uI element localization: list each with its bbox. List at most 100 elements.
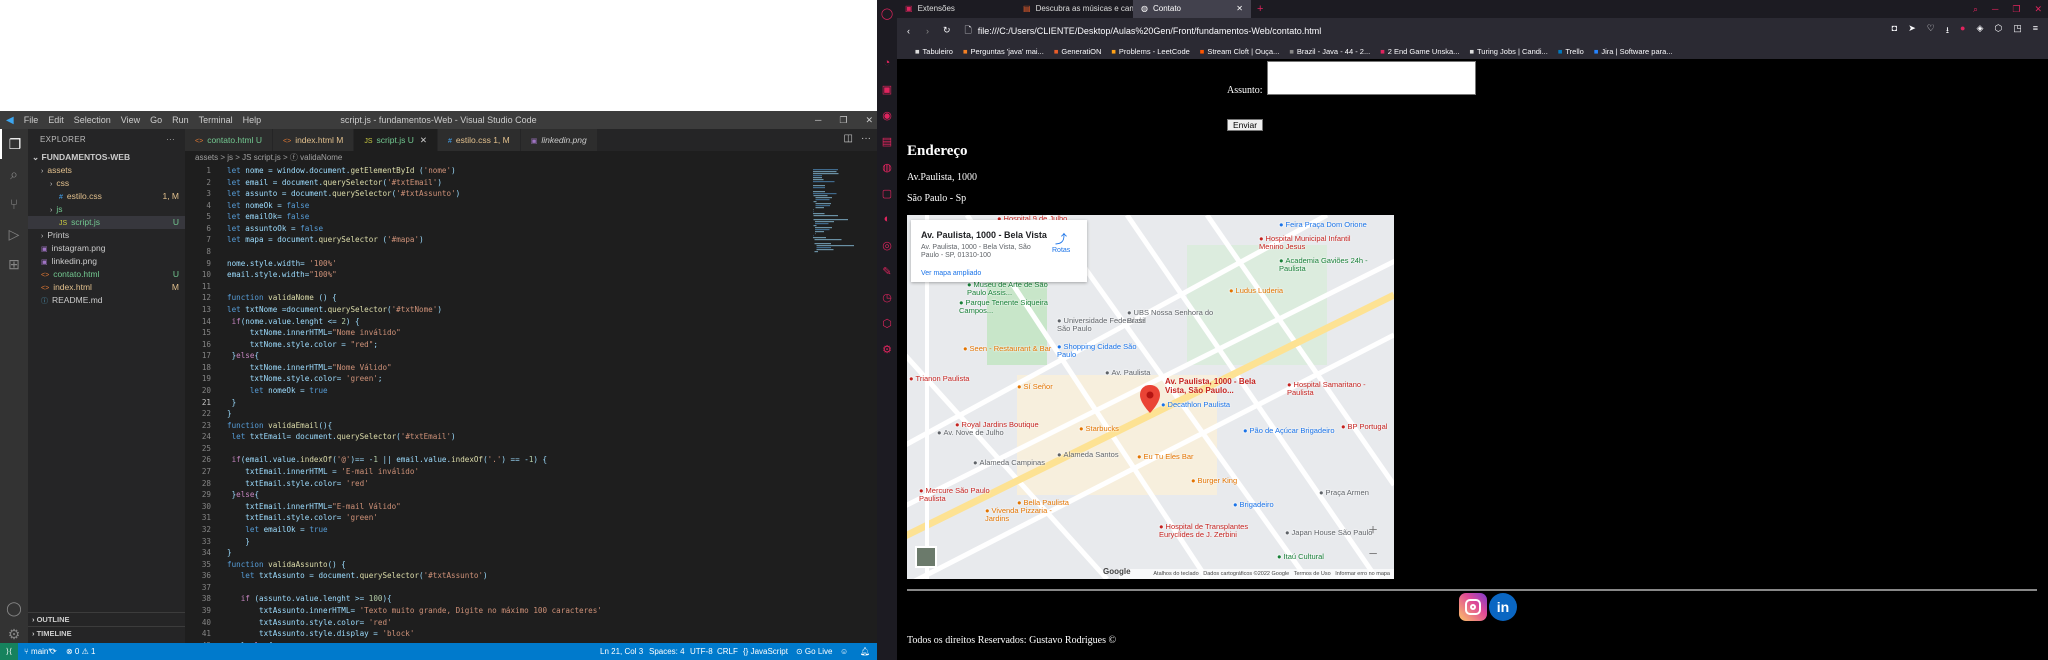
code-line[interactable]: 41 txtAssunto.style.display = 'block' xyxy=(185,628,805,640)
map-place-label[interactable]: ● Brigadeiro xyxy=(1233,501,1274,509)
minimize-icon[interactable]: ─ xyxy=(1992,4,1998,15)
code-line[interactable]: 2 let email = document.querySelector('#tx… xyxy=(185,177,805,189)
file-tree-item[interactable]: <> contato.html U xyxy=(28,268,185,281)
code-line[interactable]: 33 } xyxy=(185,536,805,548)
map-place-label[interactable]: ● Pão de Açúcar Brigadeiro xyxy=(1243,427,1335,435)
reload-icon[interactable]: ↻ xyxy=(943,25,951,36)
code-line[interactable]: 24 let txtEmail= document.querySelector(… xyxy=(185,431,805,443)
outline-section[interactable]: › OUTLINE xyxy=(28,612,185,625)
map-place-label[interactable]: ● Feira Praça Dom Orione xyxy=(1279,221,1367,229)
camera-icon[interactable]: ◘ xyxy=(1892,23,1897,39)
map-place-label[interactable]: ● UBS Nossa Senhora do Brasil xyxy=(1127,309,1219,325)
editor-tab[interactable]: # estilo.css 1, M xyxy=(437,129,521,151)
map-place-label[interactable]: ● Academia Gaviões 24h - Paulista xyxy=(1279,257,1371,273)
map-place-label[interactable]: ● Praça Armen xyxy=(1319,489,1369,497)
code-line[interactable]: 39 txtAssunto.innerHTML= 'Texto muito gr… xyxy=(185,605,805,617)
editor-tab[interactable]: <> index.html M xyxy=(273,129,355,151)
pinboard-icon[interactable]: ✎ xyxy=(877,258,897,284)
bookmark-item[interactable]: ■ GeneratiON xyxy=(1054,47,1102,56)
shopping-icon[interactable]: ▣ xyxy=(877,76,897,102)
menu-help[interactable]: Help xyxy=(243,115,262,125)
language-mode[interactable]: {} JavaScript xyxy=(743,643,788,660)
history-icon[interactable]: ◷ xyxy=(877,284,897,310)
zoom-in-button[interactable]: + xyxy=(1362,519,1384,543)
branch-indicator[interactable]: ⑂ main* xyxy=(24,643,51,660)
back-icon[interactable]: ‹ xyxy=(907,26,910,36)
source-control-icon[interactable]: ⑂ xyxy=(0,189,28,219)
bookmark-item[interactable]: ■ Problems - LeetCode xyxy=(1111,47,1189,56)
remote-icon[interactable]: ⟩⟨ xyxy=(0,643,18,660)
google-map[interactable]: ● Hospital 9 de Julho ● Feira Praça Dom Ori… xyxy=(907,215,1394,579)
code-line[interactable]: 27 txtEmail.innerHTML = 'E-mail inválido… xyxy=(185,466,805,478)
map-place-label[interactable]: ● Av. Paulista xyxy=(1105,369,1150,377)
code-line[interactable]: 18 txtNome.innerHTML="Nome Válido" xyxy=(185,362,805,374)
code-line[interactable]: 7 let mapa = document.querySelector ('#ma… xyxy=(185,234,805,246)
sync-icon[interactable]: ⟳ xyxy=(50,643,57,660)
tab-contato[interactable]: ◍ Contato ✕ xyxy=(1133,0,1251,18)
notifications-icon[interactable]: 🔔︎ xyxy=(860,643,870,660)
menu-terminal[interactable]: Terminal xyxy=(199,115,233,125)
whatsapp-icon[interactable]: ◍ xyxy=(877,154,897,180)
code-line[interactable]: 26 if(email.value.indexOf('@')== -1 || e… xyxy=(185,454,805,466)
vpn-icon[interactable]: ◈ xyxy=(1976,23,1983,39)
split-editor-icon[interactable]: ◫ xyxy=(844,133,853,144)
code-line[interactable]: 19 txtNome.style.color= 'green'; xyxy=(185,373,805,385)
code-line[interactable]: 1 let nome = window.document.getElementBy… xyxy=(185,165,805,177)
map-place-label[interactable]: ● Starbucks xyxy=(1079,425,1119,433)
close-icon[interactable]: ✕ xyxy=(865,111,873,129)
menu-edit[interactable]: Edit xyxy=(48,115,64,125)
problems-indicator[interactable]: ⊗ 0 ⚠ 1 xyxy=(66,643,95,660)
code-line[interactable]: 38 if (assunto.value.lenght >= 100){ xyxy=(185,593,805,605)
timeline-section[interactable]: › TIMELINE xyxy=(28,626,185,639)
tab-close-icon[interactable]: ✕ xyxy=(420,135,427,145)
maximize-icon[interactable]: ❐ xyxy=(2012,4,2020,15)
code-line[interactable]: 28 txtEmail.style.color= 'red' xyxy=(185,478,805,490)
snapshot-icon[interactable]: ◳ xyxy=(2013,23,2022,39)
menu-icon[interactable]: ≡ xyxy=(2033,23,2038,39)
code-line[interactable]: 8 xyxy=(185,246,805,258)
menu-selection[interactable]: Selection xyxy=(74,115,111,125)
go-live-button[interactable]: ⊙ Go Live xyxy=(796,643,833,660)
file-tree-item[interactable]: › assets xyxy=(28,164,185,177)
assunto-textarea[interactable] xyxy=(1267,61,1476,95)
map-place-label[interactable]: ● Vivenda Pizzaria - Jardins xyxy=(985,507,1077,523)
file-tree-item[interactable]: <> index.html M xyxy=(28,281,185,294)
forward-icon[interactable]: › xyxy=(926,26,929,36)
adblock-icon[interactable]: ● xyxy=(1960,23,1965,39)
project-root[interactable]: ⌄ FUNDAMENTOS-WEB xyxy=(28,151,185,164)
bookmark-item[interactable]: ■ Brazil - Java - 44 - 2... xyxy=(1289,47,1370,56)
feedback-icon[interactable]: ☺ xyxy=(840,643,848,660)
bookmark-item[interactable]: ■ Jira | Software para... xyxy=(1594,47,1673,56)
map-place-label[interactable]: ● Hospital Municipal Infantil Menino Jesu… xyxy=(1259,235,1351,251)
code-line[interactable]: 16 txtNome.style.color = "red"; xyxy=(185,339,805,351)
code-line[interactable]: 35 function validaAssunto() { xyxy=(185,559,805,571)
code-line[interactable]: 31 txtEmail.style.color= 'green' xyxy=(185,512,805,524)
address-bar[interactable]: file:///C:/Users/CLIENTE/Desktop/Aulas%2… xyxy=(978,26,1321,36)
satellite-toggle[interactable] xyxy=(915,546,937,568)
map-place-label[interactable]: ● BP Portugal xyxy=(1341,423,1387,431)
menu-run[interactable]: Run xyxy=(172,115,189,125)
menu-view[interactable]: View xyxy=(121,115,140,125)
map-place-label[interactable]: ● Sí Señor xyxy=(1017,383,1053,391)
minimize-icon[interactable]: ─ xyxy=(815,111,821,129)
instagram-link[interactable] xyxy=(1459,593,1487,621)
maximize-icon[interactable]: ❐ xyxy=(839,111,847,129)
code-line[interactable]: 25 xyxy=(185,443,805,455)
send-button[interactable]: Enviar xyxy=(1227,119,1264,131)
linkedin-link[interactable]: in xyxy=(1489,593,1517,621)
twitch-icon[interactable]: ▤ xyxy=(877,128,897,154)
map-place-label[interactable]: ● Alameda Santos xyxy=(1057,451,1119,459)
map-place-label[interactable]: ● Av. Nove de Julho xyxy=(937,429,1004,437)
cube-icon[interactable]: ⬡ xyxy=(1994,23,2002,39)
messenger-icon[interactable]: ◉ xyxy=(877,102,897,128)
player-icon[interactable]: ◎ xyxy=(877,232,897,258)
code-line[interactable]: 12 function validaNome () { xyxy=(185,292,805,304)
code-line[interactable]: 17 }else{ xyxy=(185,350,805,362)
code-editor[interactable]: 1 let nome = window.document.getElementBy… xyxy=(185,165,805,643)
more-icon[interactable]: ··· xyxy=(861,133,871,144)
file-tree-item[interactable]: ⓘ README.md xyxy=(28,294,185,307)
breadcrumb[interactable]: assets > js > JS script.js > ⓕ validaNom… xyxy=(185,151,877,165)
code-line[interactable]: 23 function validaEmail(){ xyxy=(185,420,805,432)
menu-file[interactable]: File xyxy=(24,115,39,125)
file-tree-item[interactable]: ▣ instagram.png xyxy=(28,242,185,255)
